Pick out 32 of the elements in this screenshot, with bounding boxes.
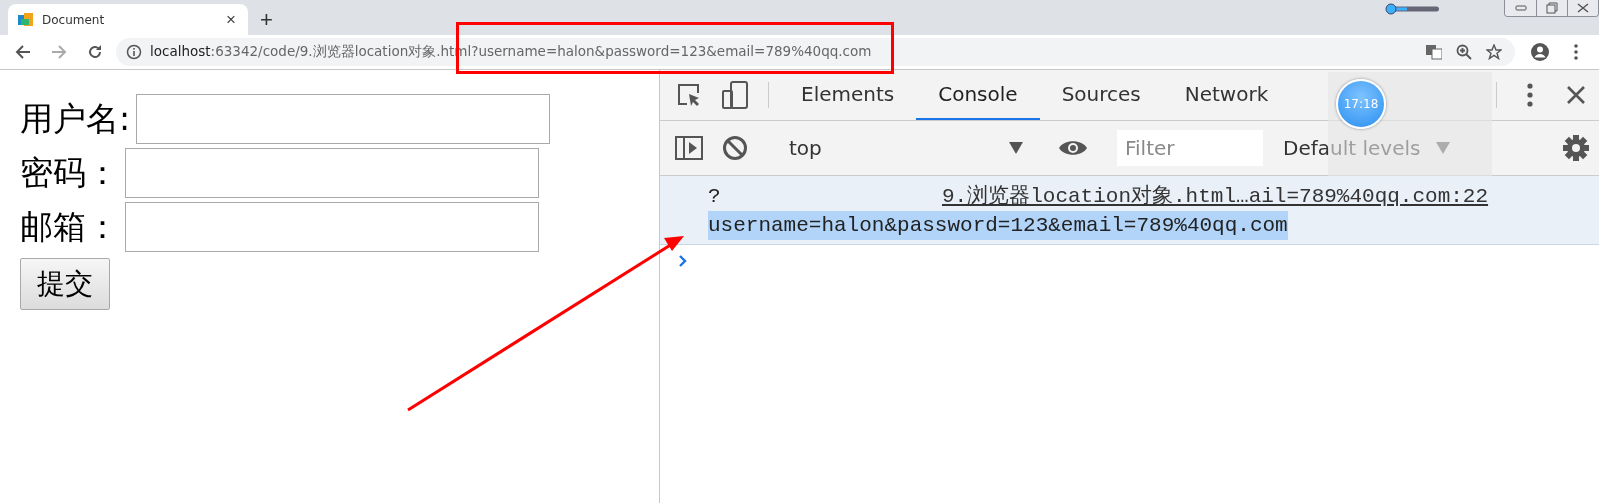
devtools-tab[interactable]: Elements — [779, 70, 917, 120]
close-icon[interactable] — [1577, 3, 1589, 13]
devtools-tab[interactable]: Sources — [1039, 70, 1163, 120]
levels-dropdown[interactable]: Default levels — [1277, 135, 1457, 161]
input-field[interactable] — [136, 94, 551, 144]
log-text: username=halon&password=123&email=789%40qq.com — [708, 211, 1288, 240]
minimize-icon[interactable] — [1514, 5, 1527, 11]
submit-button[interactable]: 提交 — [20, 258, 110, 310]
field-label: 用户名: — [20, 97, 131, 140]
star-icon[interactable] — [1483, 41, 1505, 63]
caret-icon — [1009, 142, 1023, 154]
new-tab-button[interactable]: + — [256, 7, 277, 33]
source-link[interactable]: 9.浏览器location对象.html…ail=789%40qq.com:22 — [942, 182, 1489, 211]
slider-icon — [1385, 3, 1441, 15]
devtools-tab[interactable]: Network — [1162, 70, 1291, 120]
prompt-icon — [678, 254, 688, 268]
caret-icon — [1436, 142, 1451, 154]
back-icon[interactable] — [15, 44, 31, 60]
browser-tab[interactable]: Document × — [8, 4, 248, 35]
info-icon — [126, 44, 142, 60]
field-label: 密码： — [20, 151, 119, 194]
tab-title: Document — [42, 12, 106, 27]
input-field[interactable] — [125, 148, 539, 198]
logo-icon — [18, 12, 34, 27]
field-label: 邮箱： — [20, 205, 119, 248]
filter-field[interactable]: Filter — [1117, 130, 1263, 166]
reload-icon[interactable] — [87, 44, 103, 60]
log-text: ? — [708, 184, 722, 210]
context-dropdown[interactable]: top — [779, 121, 1029, 175]
close-tab-button[interactable]: × — [224, 9, 238, 30]
restore-icon[interactable] — [1546, 2, 1558, 14]
input-field[interactable] — [125, 202, 539, 252]
